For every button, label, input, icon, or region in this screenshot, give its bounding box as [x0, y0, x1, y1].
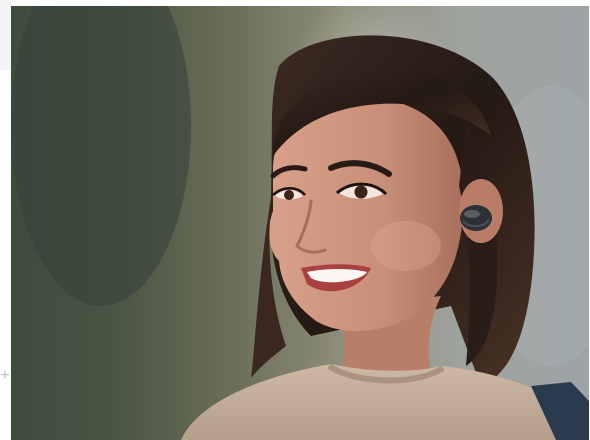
face — [269, 97, 464, 332]
background-blur — [11, 6, 191, 306]
earbud — [460, 205, 492, 231]
image-viewer: + — [0, 0, 590, 440]
photo-illustration — [11, 6, 589, 440]
plus-icon[interactable]: + — [0, 366, 10, 386]
product-photo — [11, 6, 589, 440]
cheek — [371, 221, 441, 271]
sweater — [181, 364, 589, 440]
